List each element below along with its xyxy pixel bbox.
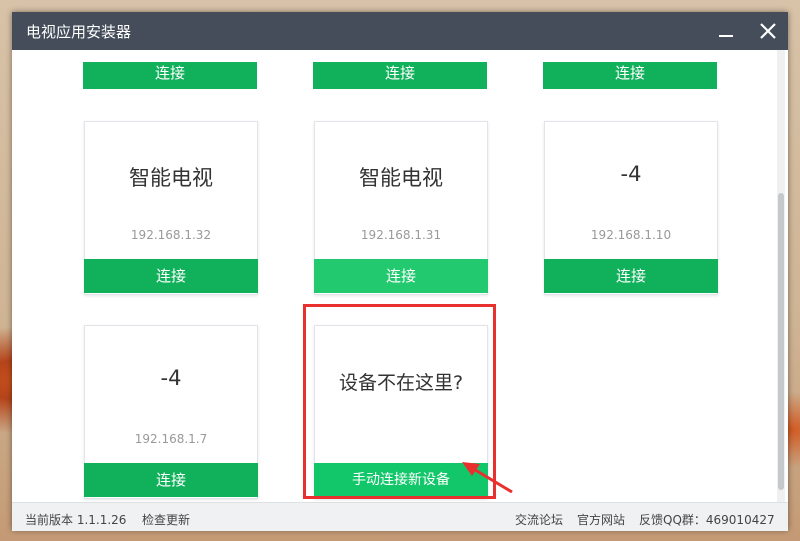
annotation-arrow-icon [462,462,513,494]
device-name: 智能电视 [359,166,443,190]
connect-button[interactable]: 连接 [84,463,258,497]
minimize-button[interactable] [710,15,742,47]
watermark-suffix: .com [714,488,748,504]
watermark-logo: ZNDS .com [606,461,748,505]
device-name: -4 [620,162,642,186]
connect-button[interactable]: 连接 [544,259,718,293]
device-ip: 192.168.1.31 [360,228,442,242]
minimize-icon [719,35,733,37]
qq-group-label: 反馈QQ群：469010427 [639,513,775,527]
scrollbar-thumb[interactable] [778,193,784,490]
device-ip: 192.168.1.7 [134,432,208,446]
device-card[interactable]: 智能电视 192.168.1.32 连接 [84,121,258,295]
device-list[interactable]: 连接 连接 连接 智能电视 192.168.1.32 连接 智能电视 192.1… [12,50,788,502]
window-title: 电视应用安装器 [26,23,132,41]
connect-button[interactable]: 连接 [84,259,258,293]
watermark-text: ZNDS [606,461,724,505]
device-card[interactable]: 智能电视 192.168.1.31 连接 [314,121,488,295]
device-card[interactable]: -4 192.168.1.7 连接 [84,325,258,499]
device-name: 智能电视 [129,166,213,190]
connect-button[interactable]: 连接 [313,62,487,89]
device-card[interactable]: -4 192.168.1.10 连接 [544,121,718,295]
connect-button[interactable]: 连接 [83,62,257,89]
close-button[interactable] [752,15,784,47]
title-bar[interactable]: 电视应用安装器 [12,12,788,50]
close-icon [760,23,776,39]
version-label: 当前版本 1.1.1.26 [25,513,127,527]
connect-button[interactable]: 连接 [543,62,717,89]
check-update-link[interactable]: 检查更新 [142,511,190,528]
website-link[interactable]: 官方网站 [577,511,625,528]
scrollbar[interactable] [777,50,785,502]
forum-link[interactable]: 交流论坛 [515,511,563,528]
device-ip: 192.168.1.10 [590,228,672,242]
connect-button[interactable]: 连接 [314,259,488,293]
device-name: -4 [160,366,182,390]
device-ip: 192.168.1.32 [130,228,212,242]
